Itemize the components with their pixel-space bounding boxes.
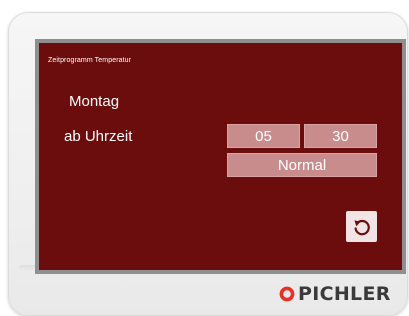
screen-title: Zeitprogramm Temperatur [48, 57, 132, 64]
day-label: Montag [69, 93, 120, 110]
brand-logo: PICHLER [279, 283, 391, 305]
minute-field[interactable]: 30 [304, 124, 377, 148]
time-label: ab Uhrzeit [64, 128, 133, 145]
undo-icon [353, 219, 370, 235]
screen-content: Zeitprogramm Temperatur Montag ab Uhrzei… [39, 43, 402, 270]
ring-logo-icon [279, 286, 295, 302]
mode-field[interactable]: Normal [227, 153, 377, 177]
brand-name: PICHLER [298, 283, 391, 305]
reset-button[interactable] [346, 211, 377, 242]
touch-screen: Zeitprogramm Temperatur Montag ab Uhrzei… [35, 39, 406, 274]
hour-field[interactable]: 05 [227, 124, 300, 148]
thermostat-device: Zeitprogramm Temperatur Montag ab Uhrzei… [8, 12, 408, 316]
